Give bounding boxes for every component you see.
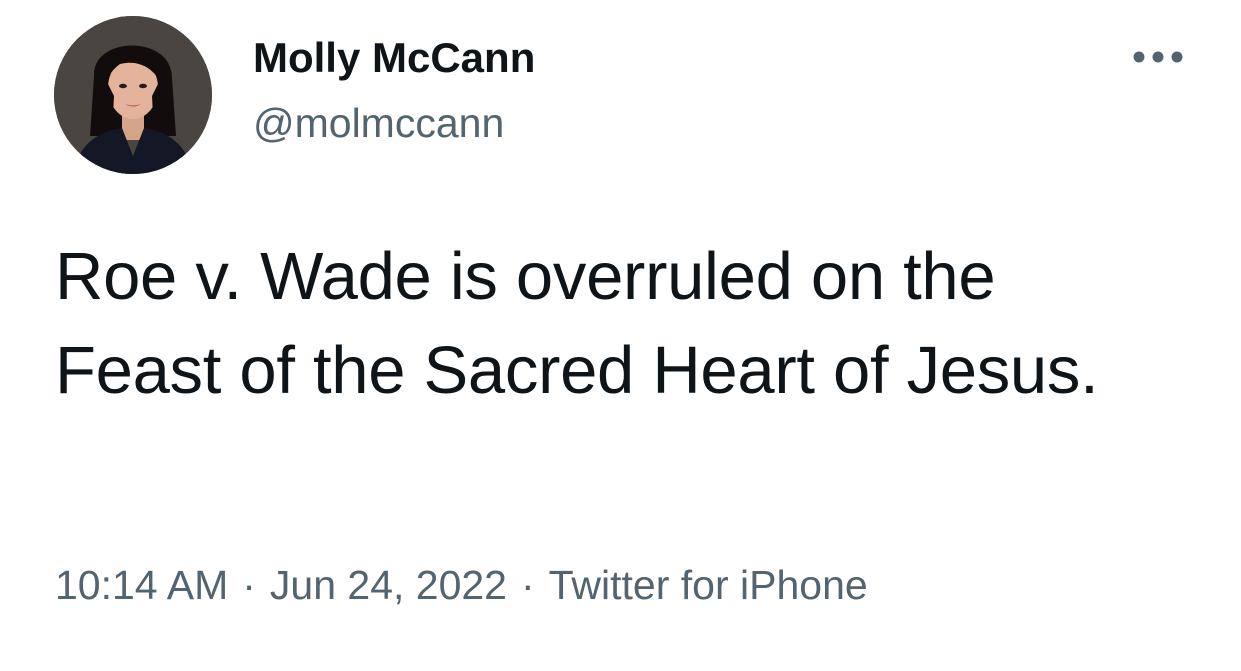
more-options-button[interactable] <box>1128 40 1188 74</box>
avatar-image <box>54 16 212 174</box>
tweet-date[interactable]: Jun 24, 2022 <box>270 562 507 608</box>
more-horizontal-icon <box>1133 51 1183 63</box>
meta-separator: · <box>520 562 535 608</box>
avatar[interactable] <box>54 16 212 174</box>
tweet-time[interactable]: 10:14 AM <box>55 562 228 608</box>
author-display-name[interactable]: Molly McCann <box>253 34 535 82</box>
tweet-source[interactable]: Twitter for iPhone <box>549 562 868 608</box>
tweet-text: Roe v. Wade is overruled on the Feast of… <box>55 239 1099 408</box>
tweet-card: Molly McCann @molmccann Roe v. Wade is o… <box>0 0 1241 671</box>
tweet-metadata: 10:14 AM · Jun 24, 2022 · Twitter for iPhone <box>55 562 868 609</box>
meta-separator: · <box>242 562 256 608</box>
author-handle[interactable]: @molmccann <box>253 100 504 147</box>
